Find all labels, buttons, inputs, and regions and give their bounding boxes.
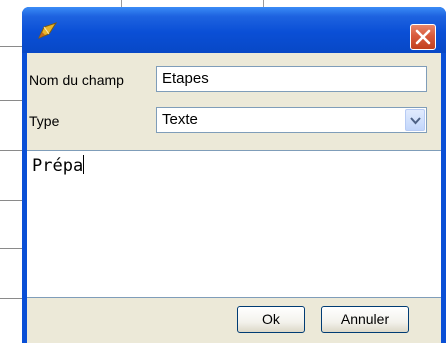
field-name-input[interactable]: Etapes <box>156 66 427 92</box>
chevron-down-icon <box>410 117 421 125</box>
ok-button[interactable]: Ok <box>237 306 305 333</box>
cancel-button[interactable]: Annuler <box>321 306 409 333</box>
field-editor-dialog: Nom du champ Etapes Type Texte Prépa Ok … <box>22 7 446 343</box>
content-textarea[interactable]: Prépa <box>27 150 441 298</box>
text-caret <box>83 155 85 174</box>
close-button[interactable] <box>410 24 436 50</box>
content-text: Prépa <box>32 156 84 176</box>
field-name-label: Nom du champ <box>29 72 124 88</box>
type-label: Type <box>29 113 60 129</box>
type-dropdown-button[interactable] <box>405 109 425 131</box>
close-icon <box>415 29 431 45</box>
type-select-value: Texte <box>162 111 198 128</box>
title-bar[interactable] <box>22 7 446 53</box>
dialog-body: Nom du champ Etapes Type Texte Prépa Ok … <box>27 53 441 343</box>
type-select[interactable]: Texte <box>156 107 427 133</box>
pencil-icon <box>36 21 60 41</box>
